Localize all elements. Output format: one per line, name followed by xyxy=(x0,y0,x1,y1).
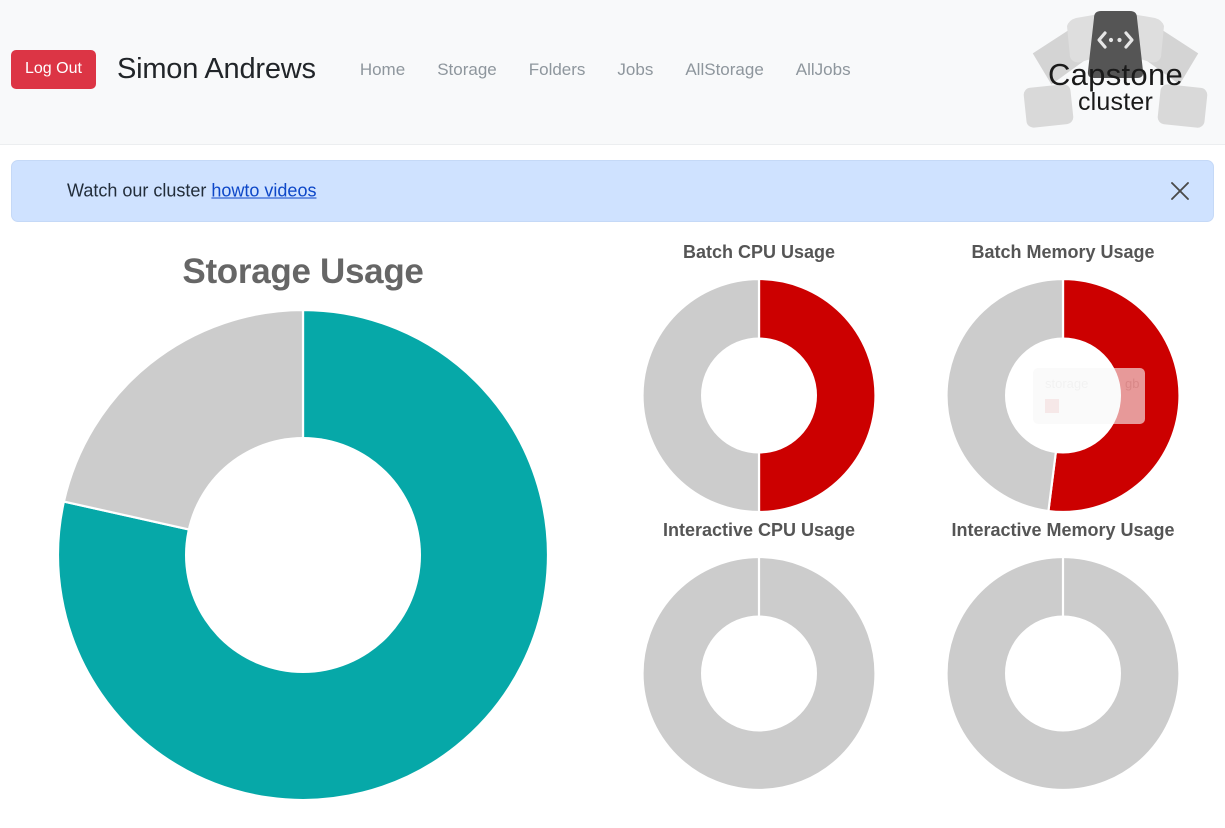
interactive-memory-donut-svg xyxy=(946,557,1180,790)
nav-item-allstorage[interactable]: AllStorage xyxy=(669,60,779,80)
interactive-memory-usage-card: Interactive Memory Usage xyxy=(913,520,1213,800)
donut-hole xyxy=(1005,615,1121,732)
close-icon xyxy=(1171,182,1189,200)
batch-cpu-usage-donut-chart[interactable] xyxy=(642,279,876,512)
logo-fan-icon xyxy=(1023,11,1208,128)
cluster-usage-grid: Batch CPU Usage Batch Memory Usage Inter… xyxy=(606,228,1225,828)
nav-item-jobs[interactable]: Jobs xyxy=(601,60,669,80)
logo-center-blade-icon xyxy=(1087,11,1144,78)
user-name: Simon Andrews xyxy=(116,53,316,85)
header-nav-row: Log Out Simon Andrews Home Storage Folde… xyxy=(11,50,867,89)
storage-usage-panel: Storage Usage xyxy=(0,228,606,828)
dashboard-main: Storage Usage Batch CPU Usage Batch Memo… xyxy=(0,228,1225,828)
interactive-cpu-usage-donut-chart[interactable] xyxy=(642,557,876,790)
app-header: Log Out Simon Andrews Home Storage Folde… xyxy=(0,0,1225,145)
nav-item-folders[interactable]: Folders xyxy=(513,60,602,80)
banner-text-prefix: Watch our cluster xyxy=(67,180,212,201)
nav-item-home[interactable]: Home xyxy=(344,60,421,80)
main-navigation: Home Storage Folders Jobs AllStorage All… xyxy=(344,60,867,80)
storage-donut-svg xyxy=(58,310,548,800)
interactive-cpu-usage-title: Interactive CPU Usage xyxy=(662,520,856,540)
interactive-memory-usage-donut-chart[interactable] xyxy=(946,557,1180,790)
batch-memory-usage-title: Batch Memory Usage xyxy=(971,242,1155,262)
storage-usage-donut-chart[interactable] xyxy=(58,310,548,800)
howto-banner: Watch our cluster howto videos xyxy=(11,160,1214,222)
interactive-memory-usage-title: Interactive Memory Usage xyxy=(951,520,1175,540)
batch-memory-usage-card: Batch Memory Usage xyxy=(913,242,1213,522)
batch-memory-usage-donut-chart[interactable] xyxy=(946,279,1180,512)
nav-item-alljobs[interactable]: AllJobs xyxy=(780,60,867,80)
interactive-cpu-usage-card: Interactive CPU Usage xyxy=(609,520,909,800)
banner-close-button[interactable] xyxy=(1163,174,1197,208)
batch-cpu-usage-title: Batch CPU Usage xyxy=(682,242,836,262)
donut-hole xyxy=(185,437,421,673)
donut-hole xyxy=(1005,337,1121,454)
donut-hole xyxy=(701,337,817,454)
storage-usage-title: Storage Usage xyxy=(182,252,424,291)
batch-memory-donut-svg xyxy=(946,279,1180,512)
nav-item-storage[interactable]: Storage xyxy=(421,60,513,80)
batch-cpu-usage-card: Batch CPU Usage xyxy=(609,242,909,522)
interactive-cpu-donut-svg xyxy=(642,557,876,790)
donut-hole xyxy=(701,615,817,732)
capstone-cluster-logo[interactable]: Capstone cluster xyxy=(1023,8,1208,130)
howto-videos-link[interactable]: howto videos xyxy=(211,181,316,201)
batch-cpu-donut-svg xyxy=(642,279,876,512)
banner-message: Watch our cluster howto videos xyxy=(67,181,316,202)
logout-button[interactable]: Log Out xyxy=(11,50,96,89)
